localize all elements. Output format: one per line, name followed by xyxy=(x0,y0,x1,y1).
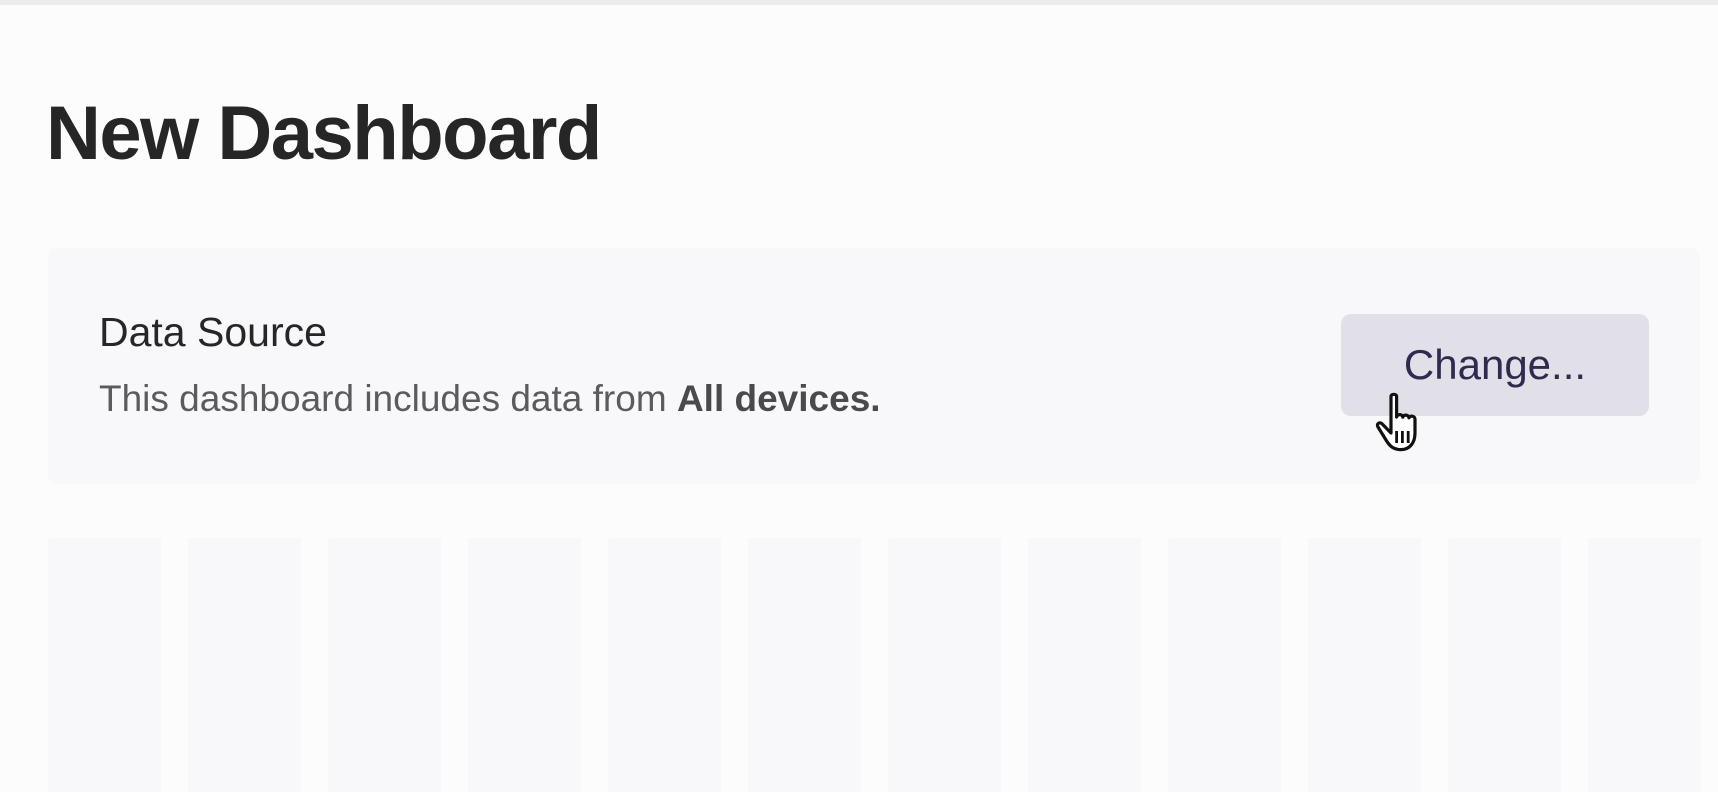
loading-placeholder xyxy=(748,538,861,792)
loading-placeholder xyxy=(1588,538,1701,792)
loading-placeholder xyxy=(328,538,441,792)
loading-placeholder xyxy=(1448,538,1561,792)
loading-placeholder xyxy=(1028,538,1141,792)
loading-placeholder-row xyxy=(48,538,1718,792)
data-source-description-prefix: This dashboard includes data from xyxy=(99,378,677,419)
data-source-card: Data Source This dashboard includes data… xyxy=(48,248,1700,484)
loading-placeholder xyxy=(608,538,721,792)
loading-placeholder xyxy=(48,538,161,792)
data-source-description: This dashboard includes data from All de… xyxy=(99,376,881,422)
loading-placeholder xyxy=(188,538,301,792)
loading-placeholder xyxy=(1168,538,1281,792)
loading-placeholder xyxy=(468,538,581,792)
loading-placeholder xyxy=(888,538,1001,792)
loading-placeholder xyxy=(1308,538,1421,792)
top-border xyxy=(0,0,1718,5)
hand-pointer-icon xyxy=(1375,392,1417,452)
page-title: New Dashboard xyxy=(46,91,602,176)
data-source-heading: Data Source xyxy=(99,309,327,355)
data-source-value: All devices. xyxy=(676,378,881,419)
